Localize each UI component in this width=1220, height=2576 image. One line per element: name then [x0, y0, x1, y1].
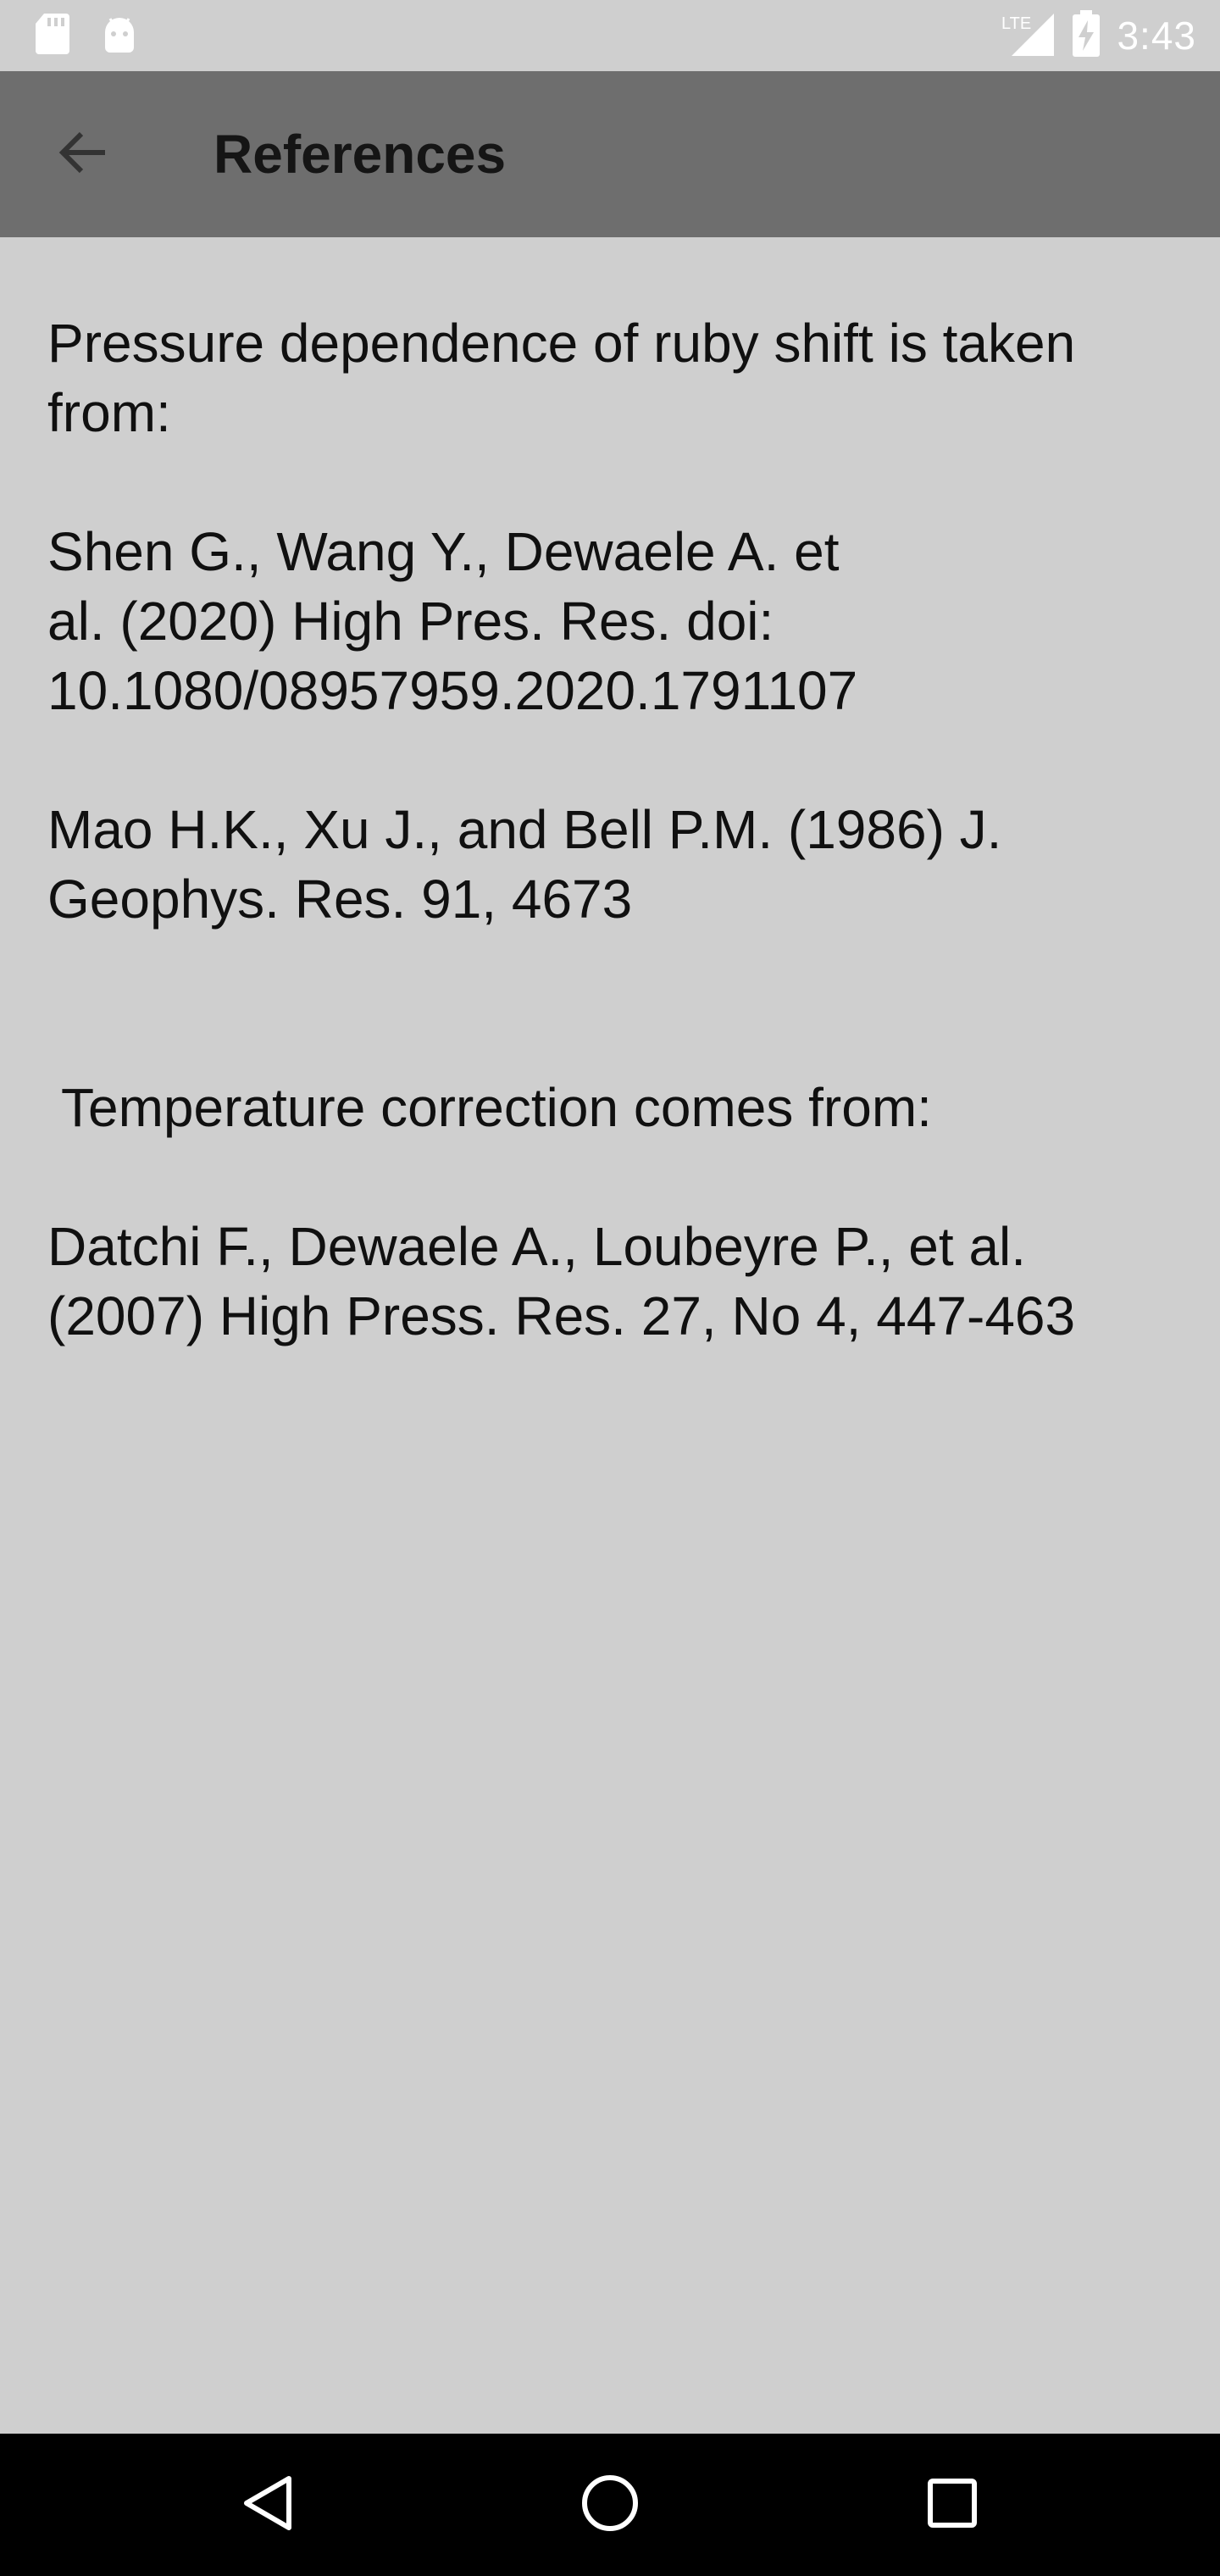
status-right-icons: LTE 3:43 — [1001, 8, 1196, 63]
network-label: LTE — [1001, 14, 1031, 33]
battery-charging-icon — [1071, 9, 1101, 62]
nav-recents-button[interactable] — [910, 2462, 995, 2547]
nav-home-button[interactable] — [568, 2462, 652, 2547]
pressure-intro-text: Pressure dependence of ruby shift is tak… — [47, 313, 1076, 443]
sd-card-icon — [34, 12, 71, 60]
temperature-intro-text: Temperature correction comes from: — [61, 1077, 932, 1138]
reference-datchi-2007: Datchi F., Dewaele A., Loubeyre P., et a… — [47, 1216, 1076, 1346]
back-button[interactable] — [37, 108, 129, 200]
nav-back-icon — [238, 2473, 297, 2537]
navigation-bar — [0, 2434, 1220, 2576]
reference-mao-1986: Mao H.K., Xu J., and Bell P.M. (1986) J.… — [47, 799, 1002, 930]
nav-recents-icon — [926, 2477, 979, 2534]
page-title: References — [214, 124, 507, 185]
status-bar: LTE 3:43 — [0, 0, 1220, 71]
reference-shen-2020: Shen G., Wang Y., Dewaele A. et al. (202… — [47, 521, 858, 721]
lte-signal-icon: LTE — [1001, 10, 1056, 62]
status-left-icons — [34, 12, 139, 60]
app-bar: References — [0, 71, 1220, 237]
arrow-back-icon — [56, 125, 110, 184]
nav-back-button[interactable] — [225, 2462, 310, 2547]
status-time: 3:43 — [1117, 14, 1196, 58]
android-icon — [100, 14, 139, 58]
nav-home-icon — [580, 2473, 640, 2538]
references-content: Pressure dependence of ruby shift is tak… — [47, 308, 1183, 1351]
